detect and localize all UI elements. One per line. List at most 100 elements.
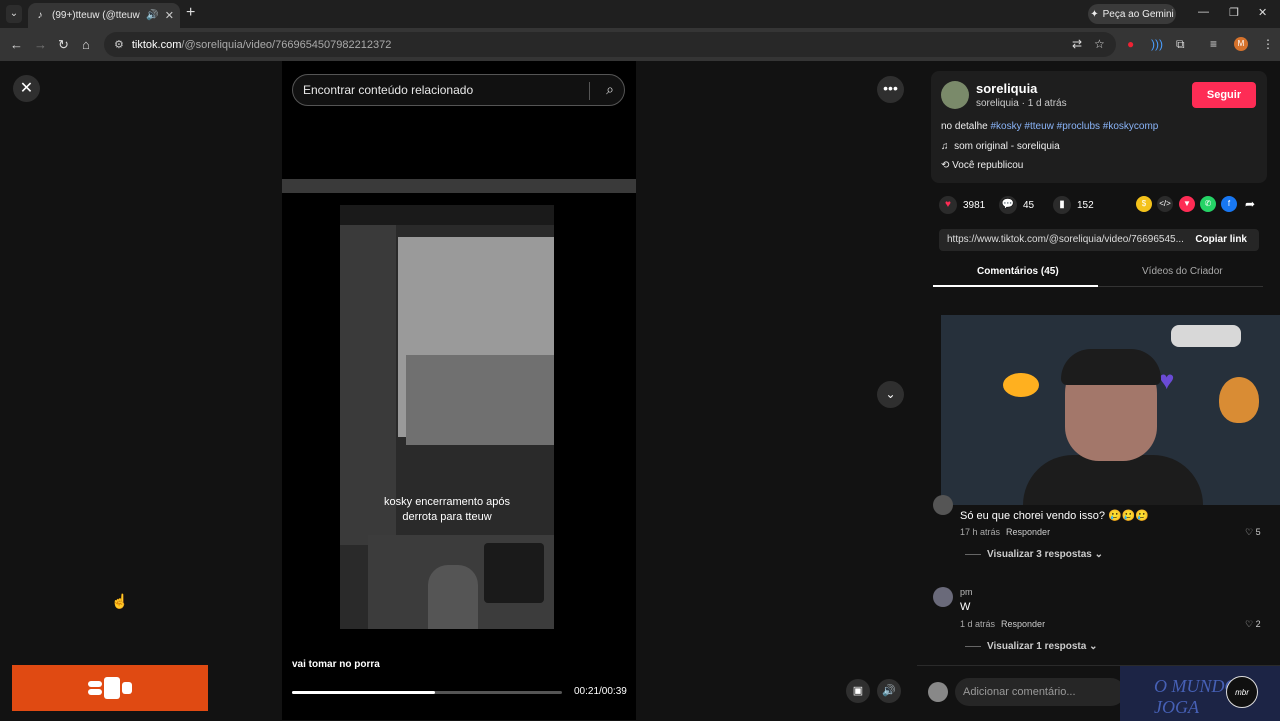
- author-avatar[interactable]: [941, 81, 969, 109]
- video-caption-line2: derrota para tteuw: [402, 511, 492, 523]
- comment-like-button[interactable]: ♡ 5: [1245, 527, 1261, 538]
- coin-icon[interactable]: $: [1136, 196, 1152, 212]
- back-icon[interactable]: ←: [10, 37, 23, 52]
- comment-input[interactable]: [955, 678, 1125, 706]
- active-tab-indicator: [933, 285, 1098, 287]
- comment-username[interactable]: pm: [960, 587, 973, 597]
- picture-in-picture-button[interactable]: ▣: [846, 679, 870, 703]
- site-info-icon[interactable]: ⚙: [114, 38, 124, 51]
- volume-icon: 🔊: [882, 685, 896, 697]
- like-button[interactable]: ♥ 3981: [939, 196, 985, 214]
- caption-hashtags[interactable]: #kosky #tteuw #proclubs #koskycomp: [991, 121, 1159, 132]
- video-caption: kosky encerramento após derrota para tte…: [340, 495, 554, 525]
- author-name[interactable]: soreliquia: [976, 81, 1037, 96]
- like-count: 3981: [963, 199, 986, 211]
- tab-search-button[interactable]: ⌄: [6, 5, 22, 23]
- search-icon[interactable]: ⌕: [606, 81, 614, 98]
- tab-title: (99+)tteuw (@tteuw) | TikTo...: [52, 10, 141, 21]
- browser-tab[interactable]: ♪ (99+)tteuw (@tteuw) | TikTo... 🔊 ✕: [28, 3, 180, 28]
- video-player[interactable]: Encontrar conteúdo relacionado ⌕ kosky e…: [282, 61, 636, 720]
- audio-playing-icon[interactable]: 🔊: [146, 10, 158, 21]
- watermark-text: O MUNDO JOGA: [1154, 676, 1238, 717]
- webcam-lamp-right: [1219, 377, 1259, 423]
- mouse-cursor-icon: ☝: [111, 593, 129, 609]
- share-link-row: https://www.tiktok.com/@soreliquia/video…: [939, 229, 1259, 251]
- pip-icon: ▣: [852, 685, 864, 697]
- comment-composer: O MUNDO JOGA mbr: [917, 665, 1280, 721]
- facebook-icon[interactable]: f: [1221, 196, 1237, 212]
- tab-comments[interactable]: Comentários (45): [977, 266, 1059, 277]
- next-video-button[interactable]: ⌄: [877, 381, 904, 408]
- tab-creator-videos[interactable]: Vídeos do Criador: [1142, 266, 1223, 277]
- restore-icon[interactable]: ❐: [1229, 6, 1239, 19]
- reply-button[interactable]: Responder: [1006, 527, 1050, 537]
- video-progress-bar[interactable]: [292, 691, 562, 694]
- video-time: 00:21/00:39: [574, 686, 627, 697]
- stream-watermark: O MUNDO JOGA mbr: [1120, 666, 1280, 721]
- copy-link-button[interactable]: Copiar link: [1195, 234, 1247, 245]
- tiktok-video-page: ✕ Encontrar conteúdo relacionado ⌕ kosky…: [0, 61, 1280, 721]
- forward-icon[interactable]: →: [34, 37, 47, 52]
- profile-avatar[interactable]: M: [1234, 37, 1248, 51]
- share-link-url[interactable]: https://www.tiktok.com/@soreliquia/video…: [947, 234, 1184, 245]
- video-caption-line1: kosky encerramento após: [384, 496, 510, 508]
- window-close-icon[interactable]: ✕: [1258, 6, 1267, 19]
- tab-close-icon[interactable]: ✕: [165, 9, 174, 22]
- share-arrow-icon[interactable]: ➦: [1242, 196, 1258, 212]
- action-bar: ♥ 3981 💬 45 ▮ 152 $ </> ▼ ✆ f ➦: [939, 196, 1259, 216]
- heart-outline-icon: ♡: [1245, 619, 1254, 629]
- browser-tab-strip: ⌄ ♪ (99+)tteuw (@tteuw) | TikTo... 🔊 ✕ +…: [0, 0, 1280, 28]
- extension-audio-icon[interactable]: ))): [1151, 37, 1163, 51]
- gemini-button[interactable]: ✦ Peça ao Gemini: [1088, 4, 1176, 24]
- caption-text: no detalhe: [941, 121, 988, 132]
- comment-like-button[interactable]: ♡ 2: [1245, 619, 1261, 630]
- video-frame-game: [406, 355, 554, 445]
- url-host: tiktok.com: [131, 38, 182, 51]
- streamer-figure: [428, 565, 478, 629]
- bookmark-star-icon[interactable]: ☆: [1094, 37, 1105, 51]
- follow-button[interactable]: Seguir: [1192, 82, 1256, 108]
- translate-icon[interactable]: ⇄: [1072, 37, 1082, 51]
- embed-icon[interactable]: </>: [1157, 196, 1173, 212]
- extension-record-icon[interactable]: ●: [1127, 37, 1134, 51]
- menu-kebab-icon[interactable]: ⋮: [1262, 37, 1274, 51]
- music-row[interactable]: ♫ som original - soreliquia: [941, 141, 1060, 152]
- comment-button[interactable]: 💬 45: [999, 196, 1034, 214]
- more-options-button[interactable]: •••: [877, 76, 904, 103]
- view-replies-button[interactable]: Visualizar 1 resposta ⌄: [965, 641, 1097, 652]
- minimize-icon[interactable]: —: [1198, 6, 1209, 18]
- webcam-lamp-left: [1003, 373, 1039, 397]
- comment-avatar[interactable]: [933, 587, 953, 607]
- whatsapp-icon[interactable]: ✆: [1200, 196, 1216, 212]
- heart-outline-icon: ♡: [1245, 527, 1254, 537]
- send-icon[interactable]: ▼: [1179, 196, 1195, 212]
- save-button[interactable]: ▮ 152: [1053, 196, 1094, 214]
- view-replies-button[interactable]: Visualizar 3 respostas ⌄: [965, 549, 1103, 560]
- video-frame-topbar: [340, 205, 554, 225]
- url-path: /@soreliquia/video/7669654507982212372: [181, 38, 392, 51]
- repost-label: Você republicou: [952, 160, 1024, 171]
- webcam-car-model: [1171, 325, 1241, 347]
- author-card: soreliquia soreliquia · 1 d atrás Seguir…: [931, 71, 1267, 183]
- volume-button[interactable]: 🔊: [877, 679, 901, 703]
- new-tab-button[interactable]: +: [186, 4, 195, 22]
- streamer-logo: [484, 543, 544, 603]
- reply-button[interactable]: Responder: [1001, 619, 1045, 629]
- close-video-button[interactable]: ✕: [13, 75, 40, 102]
- media-control-icon[interactable]: ≡: [1210, 37, 1217, 51]
- extensions-puzzle-icon[interactable]: ⧉: [1176, 37, 1185, 52]
- gemini-label: Peça ao Gemini: [1102, 8, 1174, 20]
- related-search-input[interactable]: Encontrar conteúdo relacionado ⌕: [292, 74, 625, 106]
- comment-avatar[interactable]: [933, 495, 953, 515]
- search-placeholder: Encontrar conteúdo relacionado: [303, 83, 474, 97]
- comment-text: W: [960, 601, 971, 613]
- reload-icon[interactable]: ↻: [58, 37, 69, 53]
- repost-row: ⟲ Você republicou: [941, 160, 1023, 171]
- address-bar[interactable]: ⚙ tiktok.com/@soreliquia/video/766965450…: [104, 32, 1116, 57]
- comment-like-count: 5: [1255, 527, 1261, 537]
- home-icon[interactable]: ⌂: [82, 37, 90, 52]
- comment-like-count: 2: [1255, 619, 1261, 629]
- save-count: 152: [1077, 199, 1094, 211]
- stream-overlay-banner: [12, 665, 208, 711]
- comment-meta: 17 h atrás Responder: [960, 527, 1050, 537]
